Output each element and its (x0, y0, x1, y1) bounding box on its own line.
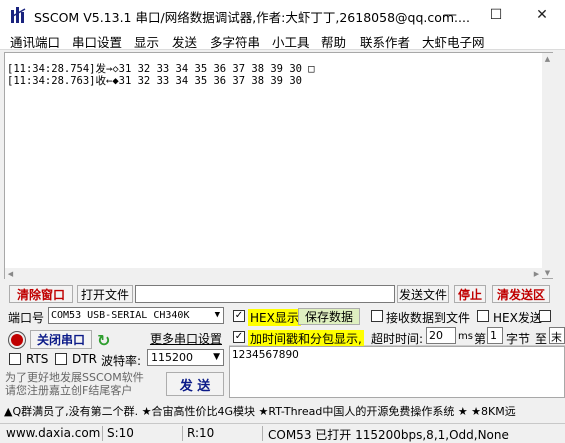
output-line: [11:34:28.763]收←◆31 32 33 34 35 36 37 38… (7, 75, 302, 87)
menu-contact-author[interactable]: 联系作者 (360, 32, 410, 51)
menu-multi-string[interactable]: 多字符串 (210, 32, 260, 51)
news-ticker[interactable]: ▲Q群满员了,没有第二个群. ★合宙高性价比4G模块 ★RT-Thread中国人… (4, 403, 565, 419)
timestamp-label: 加时间戳和分包显示, (248, 330, 364, 347)
port-status-text: COM53 已打开 115200bps,8,1,Odd,None (268, 428, 509, 442)
window-title: SSCOM V5.13.1 串口/网络数据调试器,作者:大虾丁丁,2618058… (34, 10, 470, 25)
baud-select[interactable]: 115200 ▼ (147, 349, 224, 366)
dtr-checkbox[interactable] (55, 353, 67, 365)
scroll-left-icon[interactable]: ◀ (5, 268, 16, 279)
menu-tools[interactable]: 小工具 (272, 32, 310, 51)
send-text-input[interactable]: 1234567890 (229, 346, 565, 398)
menu-daxia-site[interactable]: 大虾电子网 (422, 32, 485, 51)
refresh-icon[interactable]: ↻ (97, 331, 110, 350)
recv-to-file-checkbox[interactable] (371, 310, 383, 322)
file-path-input[interactable] (135, 285, 395, 303)
status-bar: www.daxia.com S:10 R:10 COM53 已打开 115200… (0, 423, 565, 442)
title-bar: SSCOM V5.13.1 串口/网络数据调试器,作者:大虾丁丁,2618058… (0, 0, 565, 30)
receive-output[interactable]: [11:34:28.754]发→◇31 32 33 34 35 36 37 38… (4, 52, 553, 279)
app-icon (11, 7, 26, 23)
rts-label: RTS (26, 352, 49, 366)
hex-display-label: HEX显示 (248, 309, 301, 326)
chevron-down-icon: ▼ (213, 352, 220, 362)
vertical-scrollbar[interactable]: ▲ ▼ (542, 53, 553, 278)
menu-help[interactable]: 帮助 (321, 32, 346, 51)
to-select[interactable]: 末 (549, 327, 565, 344)
send-button[interactable]: 发 送 (166, 372, 224, 396)
extra-checkbox[interactable] (539, 310, 551, 322)
recv-to-file-label: 接收数据到文件 (386, 311, 471, 325)
chevron-down-icon: ▼ (214, 310, 220, 320)
status-divider (262, 426, 263, 441)
close-button[interactable]: ✕ (519, 0, 565, 30)
to-label: 至 (535, 332, 548, 346)
close-port-button[interactable]: 关闭串口 (30, 330, 92, 349)
sent-count: S:10 (107, 426, 134, 440)
status-divider (182, 426, 183, 441)
horizontal-scrollbar[interactable]: ◀ ▶ (5, 268, 542, 279)
save-data-button[interactable]: 保存数据 (298, 308, 360, 325)
byte-label: 字节 (506, 332, 531, 346)
menu-send[interactable]: 发送 (172, 32, 197, 51)
baud-label: 波特率: (101, 354, 142, 368)
send-file-button[interactable]: 发送文件 (397, 285, 449, 303)
port-status-led-icon (9, 332, 25, 348)
timeout-label: 超时时间: (371, 332, 424, 346)
output-line: [11:34:28.754]发→◇31 32 33 34 35 36 37 38… (7, 63, 315, 75)
timeout-input[interactable]: 20 (426, 327, 456, 344)
timeout-unit: ms (458, 331, 473, 342)
port-select-value: COM53 USB-SERIAL CH340K (51, 310, 190, 321)
website-link[interactable]: www.daxia.com (6, 426, 100, 440)
dtr-label: DTR (72, 352, 97, 366)
rts-checkbox[interactable] (9, 353, 21, 365)
timestamp-checkbox[interactable]: ✓ (233, 331, 245, 343)
promo-text[interactable]: 为了更好地发展SSCOM软件 请您注册嘉立创F结尾客户 (5, 371, 145, 397)
menu-serial-settings[interactable]: 串口设置 (72, 32, 122, 51)
menu-comm-port[interactable]: 通讯端口 (10, 32, 60, 51)
menu-bar: 通讯端口 串口设置 显示 发送 多字符串 小工具 帮助 联系作者 大虾电子网 (0, 30, 565, 50)
hex-send-label: HEX发送 (493, 311, 542, 325)
port-select[interactable]: COM53 USB-SERIAL CH340K ▼ (48, 307, 224, 324)
nth-label: 第 (474, 332, 487, 346)
clear-send-button[interactable]: 清发送区 (492, 285, 550, 303)
received-count: R:10 (187, 426, 215, 440)
open-file-button[interactable]: 打开文件 (77, 285, 133, 303)
port-label: 端口号 (8, 311, 45, 325)
hex-send-checkbox[interactable] (477, 310, 489, 322)
stop-button[interactable]: 停止 (454, 285, 486, 303)
status-divider (102, 426, 103, 441)
hex-display-checkbox[interactable]: ✓ (233, 310, 245, 322)
baud-select-value: 115200 (151, 351, 193, 364)
clear-window-button[interactable]: 清除窗口 (9, 285, 73, 303)
maximize-button[interactable]: ☐ (473, 0, 519, 30)
scroll-down-icon[interactable]: ▼ (542, 267, 553, 278)
scroll-right-icon[interactable]: ▶ (531, 268, 542, 279)
scroll-up-icon[interactable]: ▲ (542, 53, 553, 64)
nth-input[interactable]: 1 (487, 327, 503, 344)
more-serial-settings-link[interactable]: 更多串口设置 (148, 330, 224, 347)
menu-display[interactable]: 显示 (134, 32, 159, 51)
minimize-button[interactable]: — (427, 0, 473, 30)
